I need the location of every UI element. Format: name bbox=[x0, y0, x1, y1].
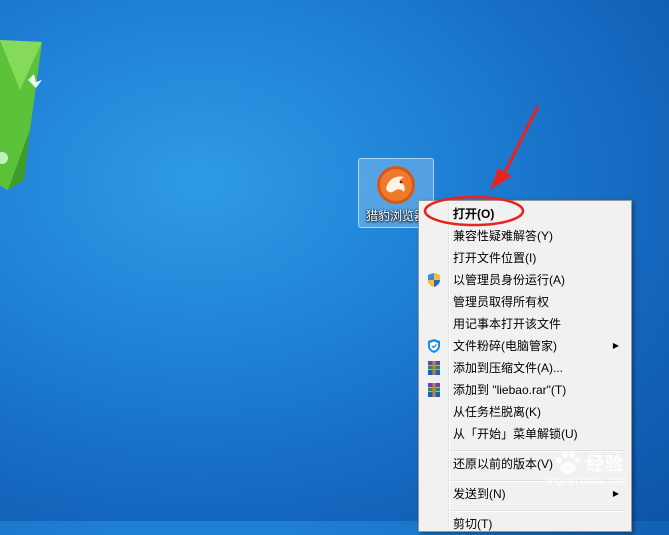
qq-pc-manager-icon bbox=[428, 339, 440, 353]
uac-shield-icon bbox=[428, 273, 440, 287]
menu-item-label: 打开文件位置(I) bbox=[453, 251, 537, 265]
menu-item-add-to-archive[interactable]: 添加到压缩文件(A)... bbox=[421, 357, 627, 379]
liebao-browser-icon bbox=[377, 166, 415, 204]
desktop: 猎豹浏览器 打开(O) 兼容性疑难解答(Y) 打开文件位置(I) 以管理员身份运… bbox=[0, 0, 669, 532]
menu-item-label: 以管理员身份运行(A) bbox=[453, 273, 565, 287]
menu-item-label: 打开(O) bbox=[453, 207, 495, 221]
menu-item-label: 用记事本打开该文件 bbox=[453, 317, 562, 331]
menu-separator bbox=[450, 510, 626, 512]
submenu-arrow-icon: ▶ bbox=[612, 341, 619, 350]
wallpaper-leaf-decoration bbox=[0, 40, 42, 190]
menu-item-unpin-taskbar[interactable]: 从任务栏脱离(K) bbox=[421, 401, 627, 423]
menu-item-label: 从任务栏脱离(K) bbox=[453, 405, 541, 419]
menu-item-label: 剪切(T) bbox=[453, 517, 493, 531]
menu-item-label: 兼容性疑难解答(Y) bbox=[453, 229, 553, 243]
baidu-paw-icon bbox=[556, 452, 581, 474]
menu-item-label: 还原以前的版本(V) bbox=[453, 457, 553, 471]
menu-item-add-to-liebao-rar[interactable]: 添加到 "liebao.rar"(T) bbox=[421, 379, 627, 401]
menu-item-label: 管理员取得所有权 bbox=[453, 295, 550, 309]
menu-item-take-ownership[interactable]: 管理员取得所有权 bbox=[421, 291, 627, 313]
menu-item-run-as-admin[interactable]: 以管理员身份运行(A) bbox=[421, 269, 627, 291]
menu-item-cut[interactable]: 剪切(T) bbox=[421, 513, 627, 535]
baidu-jingyan-watermark: 经验 jingyan.baidu.com bbox=[540, 448, 668, 494]
winrar-icon bbox=[428, 383, 440, 397]
menu-item-label: 添加到 "liebao.rar"(T) bbox=[453, 383, 567, 397]
menu-item-label: 发送到(N) bbox=[453, 487, 506, 501]
menu-item-unpin-start-menu[interactable]: 从「开始」菜单解锁(U) bbox=[421, 423, 627, 445]
menu-item-label: 添加到压缩文件(A)... bbox=[453, 361, 563, 375]
menu-item-label: 文件粉碎(电脑管家) bbox=[453, 339, 557, 353]
menu-item-open-with-notepad[interactable]: 用记事本打开该文件 bbox=[421, 313, 627, 335]
menu-item-file-shred[interactable]: 文件粉碎(电脑管家) ▶ bbox=[421, 335, 627, 357]
menu-item-open[interactable]: 打开(O) bbox=[421, 203, 627, 225]
menu-item-open-file-location[interactable]: 打开文件位置(I) bbox=[421, 247, 627, 269]
red-arrow-head bbox=[490, 168, 512, 190]
red-arrow-shaft bbox=[500, 105, 540, 179]
watermark-url: jingyan.baidu.com bbox=[546, 476, 627, 487]
watermark-text: 经验 bbox=[586, 454, 624, 474]
menu-item-compatibility-troubleshoot[interactable]: 兼容性疑难解答(Y) bbox=[421, 225, 627, 247]
winrar-icon bbox=[428, 361, 440, 375]
menu-item-label: 从「开始」菜单解锁(U) bbox=[453, 427, 578, 441]
